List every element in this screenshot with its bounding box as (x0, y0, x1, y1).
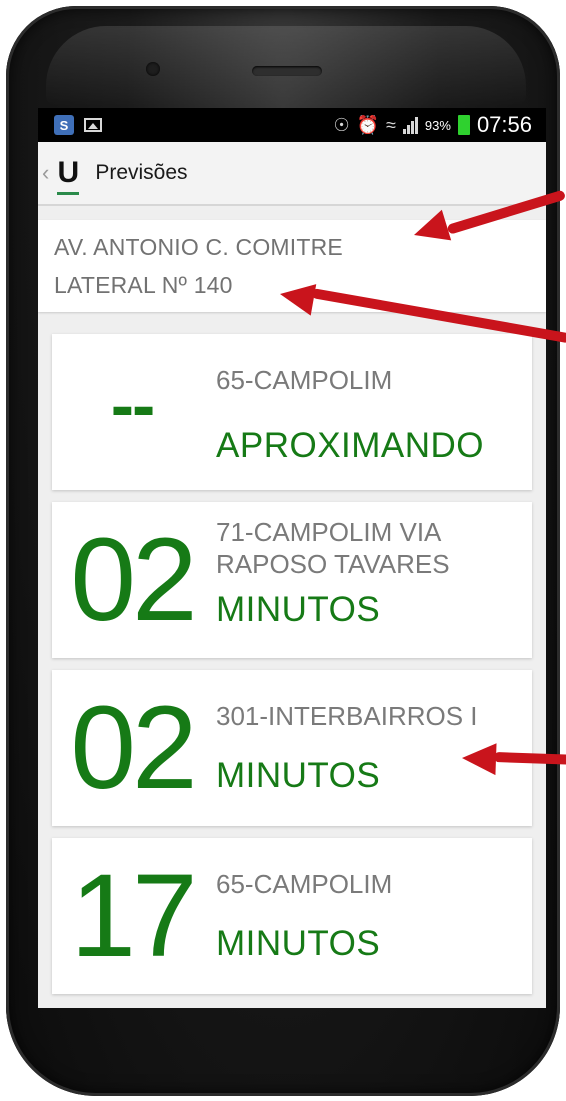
prediction-route: 65-CAMPOLIM (216, 869, 393, 899)
annotation-arrow-head (277, 278, 317, 316)
status-time: 07:56 (476, 112, 532, 137)
prediction-minutes: 02 (70, 514, 197, 646)
battery-percent: 93% (424, 117, 451, 133)
alarm-icon: ⏰ (356, 115, 380, 135)
prediction-minutes: 02 (70, 682, 197, 814)
prediction-status: MINUTOS (216, 590, 381, 629)
prediction-card[interactable]: 02 301-INTERBAIRROS I MINUTOS (52, 670, 532, 826)
prediction-route: 65-CAMPOLIM (216, 365, 393, 395)
annotation-arrow-head (461, 742, 497, 776)
gallery-icon (84, 118, 102, 132)
prediction-status: MINUTOS (216, 756, 381, 795)
prediction-route: 301-INTERBAIRROS I (216, 701, 478, 731)
phone-screen: S ☉ ⏰ ≈ 93% 07:56 ‹ U Previsões AV. ANTO… (38, 108, 546, 1008)
stop-address-line2: LATERAL Nº 140 (54, 272, 233, 298)
prediction-status: MINUTOS (216, 924, 381, 963)
prediction-status: APROXIMANDO (216, 426, 485, 465)
stop-address-line1: AV. ANTONIO C. COMITRE (54, 234, 343, 260)
app-logo-letter: U (57, 156, 80, 189)
action-bar: ‹ U Previsões (38, 142, 546, 206)
prediction-route: 71-CAMPOLIM VIA RAPOSO TAVARES (216, 517, 450, 579)
eye-icon: ☉ (333, 115, 350, 135)
prediction-card[interactable]: -- 65-CAMPOLIM APROXIMANDO (52, 334, 532, 490)
earpiece-speaker (252, 66, 322, 76)
app-logo-underline (57, 192, 80, 195)
prediction-card[interactable]: 02 71-CAMPOLIM VIA RAPOSO TAVARES MINUTO… (52, 502, 532, 658)
app-logo[interactable]: U (55, 156, 81, 195)
app-notification-icon: S (54, 115, 74, 135)
prediction-minutes: 17 (70, 850, 197, 982)
battery-icon (457, 115, 470, 135)
prediction-minutes: -- (110, 366, 156, 444)
screenshot-stage: S ☉ ⏰ ≈ 93% 07:56 ‹ U Previsões AV. ANTO… (0, 0, 566, 1101)
front-camera (146, 62, 160, 76)
signal-icon (402, 116, 418, 134)
wifi-icon: ≈ (386, 115, 396, 135)
page-title: Previsões (95, 161, 188, 184)
back-chevron-icon[interactable]: ‹ (42, 160, 49, 186)
prediction-card[interactable]: 17 65-CAMPOLIM MINUTOS (52, 838, 532, 994)
status-bar: S ☉ ⏰ ≈ 93% 07:56 (38, 108, 546, 142)
